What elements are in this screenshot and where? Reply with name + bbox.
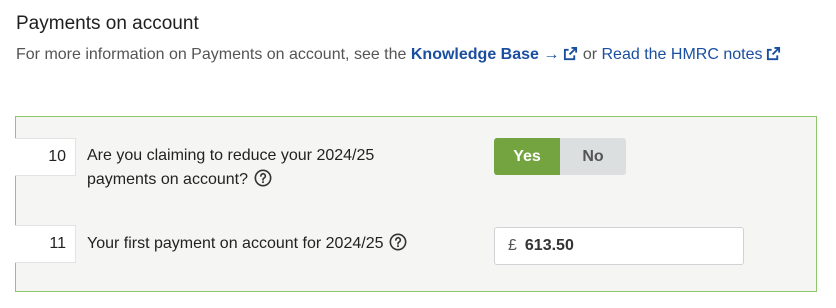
question-text-line1: Your first payment on account for 2024/2…	[87, 235, 384, 252]
help-icon[interactable]	[254, 169, 272, 187]
yes-option[interactable]: Yes	[494, 138, 560, 175]
first-payment-amount-input[interactable]: £ 613.50	[494, 227, 744, 265]
question-number: 10	[15, 138, 76, 176]
info-prefix: For more information on Payments on acco…	[16, 46, 407, 63]
help-icon[interactable]	[389, 233, 407, 251]
info-between: or	[582, 46, 598, 63]
payments-panel: 10 Are you claiming to reduce your 2024/…	[15, 116, 817, 292]
no-option[interactable]: No	[560, 138, 626, 175]
amount-value: 613.50	[524, 237, 574, 254]
question-text: Are you claiming to reduce your 2024/25 …	[87, 144, 374, 192]
knowledge-base-link-label: Knowledge Base →	[410, 46, 560, 63]
hmrc-notes-link-label: Read the HMRC notes	[601, 46, 763, 63]
external-link-icon	[563, 46, 578, 61]
question-number: 11	[15, 225, 76, 263]
section-title: Payments on account	[16, 13, 199, 34]
knowledge-base-link[interactable]: Knowledge Base →	[411, 46, 578, 63]
external-link-icon	[766, 46, 781, 61]
currency-symbol: £	[508, 237, 517, 254]
question-text-line2: payments on account?	[87, 171, 248, 188]
yes-no-toggle: Yes No	[494, 138, 626, 175]
question-text-line1: Are you claiming to reduce your 2024/25	[87, 147, 375, 164]
info-text: For more information on Payments on acco…	[16, 42, 816, 68]
hmrc-notes-link[interactable]: Read the HMRC notes	[602, 46, 782, 63]
question-text: Your first payment on account for 2024/2…	[87, 232, 407, 256]
